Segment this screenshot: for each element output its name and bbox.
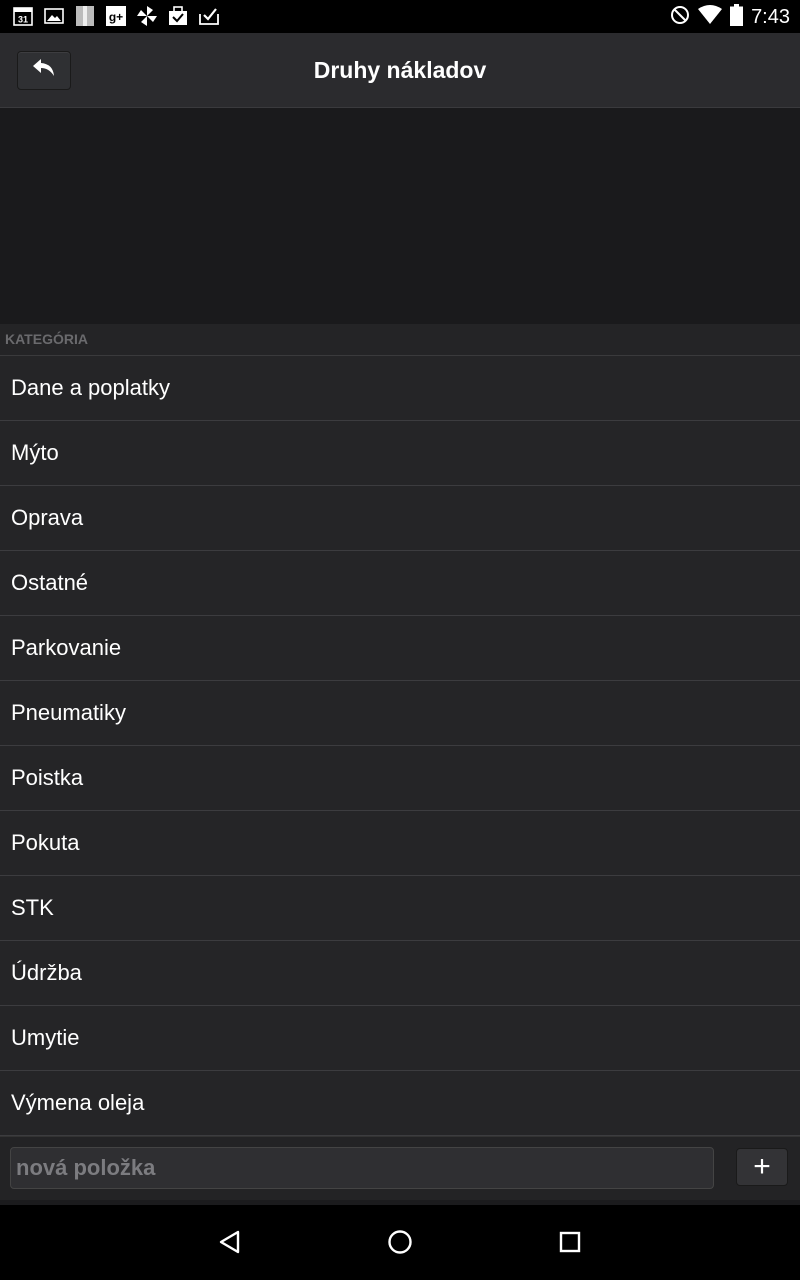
plus-icon: + [753, 1150, 771, 1183]
do-not-disturb-icon [670, 5, 690, 30]
clock: 7:43 [751, 6, 790, 28]
section-header: KATEGÓRIA [0, 324, 800, 356]
page-title: Druhy nákladov [313, 57, 487, 83]
category-list: KATEGÓRIA Dane a poplatky Mýto Oprava Os… [0, 324, 800, 1136]
list-item[interactable]: Pokuta [0, 811, 800, 876]
home-circle-icon [387, 1229, 413, 1260]
list-item[interactable]: Výmena oleja [0, 1071, 800, 1136]
app-screen: 31 g+ 7:43 Druhy nákladov KATEGÓRIA Dane… [0, 0, 800, 1280]
add-item-button[interactable]: + [736, 1148, 788, 1186]
list-item[interactable]: Umytie [0, 1006, 800, 1071]
wifi-icon [698, 5, 723, 30]
new-item-input[interactable] [10, 1147, 714, 1189]
list-item[interactable]: STK [0, 876, 800, 941]
new-item-bar: + [0, 1136, 800, 1201]
action-bar: Druhy nákladov [0, 33, 800, 108]
status-bar: 31 g+ 7:43 [0, 0, 800, 33]
pinwheel-icon [136, 5, 158, 27]
list-item[interactable]: Pneumatiky [0, 681, 800, 746]
notification-icons: 31 g+ [12, 5, 220, 27]
notes-icon [74, 5, 96, 27]
calendar-icon: 31 [12, 5, 34, 27]
list-item[interactable]: Ostatné [0, 551, 800, 616]
list-item[interactable]: Dane a poplatky [0, 356, 800, 421]
list-item[interactable]: Oprava [0, 486, 800, 551]
empty-header-area [0, 108, 800, 324]
recents-square-icon [559, 1231, 581, 1258]
back-triangle-icon [218, 1230, 242, 1259]
system-status: 7:43 [670, 4, 790, 31]
list-item[interactable]: Poistka [0, 746, 800, 811]
nav-back-button[interactable] [210, 1224, 250, 1264]
list-item[interactable]: Mýto [0, 421, 800, 486]
calendar-day: 31 [18, 15, 28, 25]
svg-text:g+: g+ [109, 10, 123, 24]
nav-home-button[interactable] [380, 1224, 420, 1264]
battery-icon [730, 4, 744, 31]
tray-check-icon [198, 5, 220, 27]
bag-check-icon [167, 5, 189, 27]
google-plus-icon: g+ [105, 5, 127, 27]
list-item[interactable]: Parkovanie [0, 616, 800, 681]
list-item[interactable]: Údržba [0, 941, 800, 1006]
gallery-icon [43, 5, 65, 27]
nav-recents-button[interactable] [550, 1224, 590, 1264]
navigation-bar [0, 1205, 800, 1280]
